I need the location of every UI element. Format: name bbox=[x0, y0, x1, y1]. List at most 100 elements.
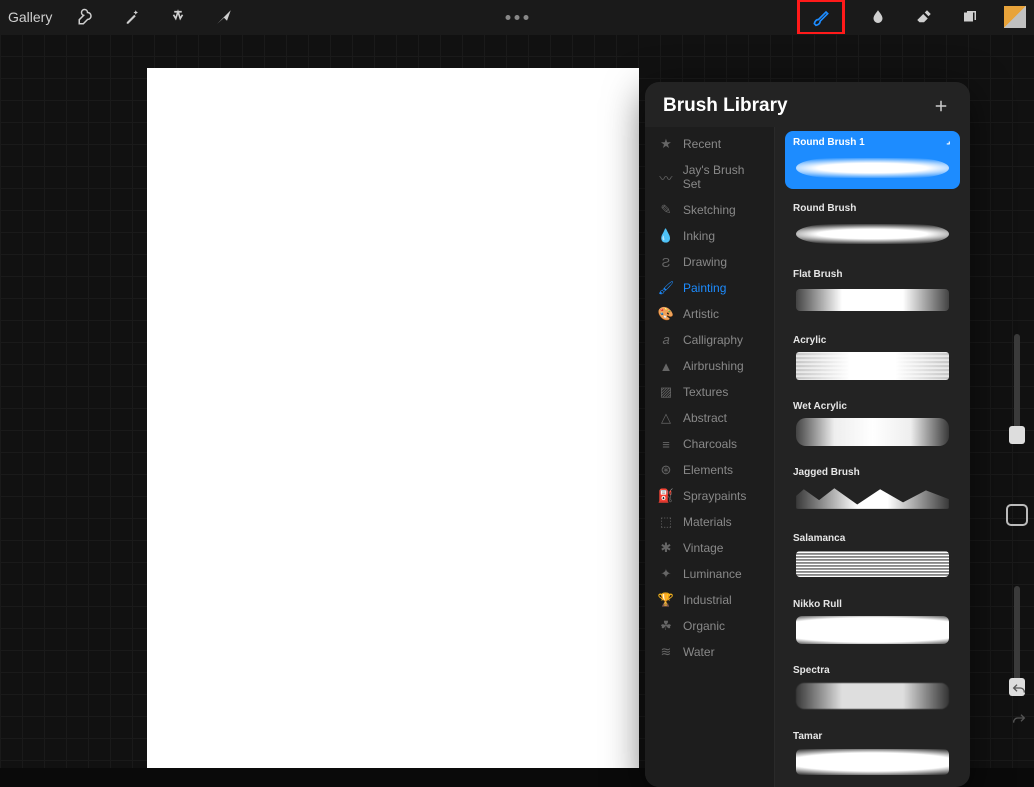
category-label: Painting bbox=[683, 281, 726, 295]
palette-icon: 🎨 bbox=[659, 307, 673, 321]
category-item[interactable]: ≋Water bbox=[645, 639, 774, 665]
redo-icon[interactable] bbox=[1008, 712, 1030, 728]
brush-item[interactable]: Wet Acrylic bbox=[785, 395, 960, 453]
category-item[interactable]: 🖌 Painting bbox=[645, 275, 774, 301]
brush-name-label: Nikko Rull bbox=[793, 599, 952, 610]
slider-thumb[interactable] bbox=[1009, 426, 1025, 444]
brush-preview bbox=[793, 481, 952, 515]
brush-preview bbox=[793, 217, 952, 251]
category-label: Sketching bbox=[683, 203, 736, 217]
category-label: Elements bbox=[683, 463, 733, 477]
category-item[interactable]: 〰 Jay's Brush Set bbox=[645, 157, 774, 197]
brush-list[interactable]: Round Brush 1⌄ Round Brush Flat Brush Acryl… bbox=[775, 127, 970, 787]
atom-icon: ⊛ bbox=[659, 463, 673, 477]
brush-category-list[interactable]: ★ Recent 〰 Jay's Brush Set ✎Sketching💧Inking… bbox=[645, 127, 775, 787]
category-label: Textures bbox=[683, 385, 728, 399]
wrench-icon[interactable] bbox=[74, 5, 98, 29]
category-item[interactable]: 🎨 Artistic bbox=[645, 301, 774, 327]
brush-icon: 🖌 bbox=[659, 281, 673, 295]
sparkle-icon: ✦ bbox=[659, 567, 673, 581]
brush-name-label: Salamanca bbox=[793, 533, 952, 544]
brush-item[interactable]: Acrylic bbox=[785, 329, 960, 387]
category-item[interactable]: ✦Luminance bbox=[645, 561, 774, 587]
selection-icon[interactable] bbox=[166, 5, 190, 29]
category-label: Calligraphy bbox=[683, 333, 743, 347]
scribble-icon: Ƨ bbox=[659, 255, 673, 269]
category-label: Recent bbox=[683, 137, 721, 151]
brush-name-label: Wet Acrylic bbox=[793, 401, 952, 412]
category-label: Drawing bbox=[683, 255, 727, 269]
category-item[interactable]: ✎Sketching bbox=[645, 197, 774, 223]
category-item[interactable]: ⊛ Elements bbox=[645, 457, 774, 483]
brush-size-slider[interactable] bbox=[1014, 334, 1020, 444]
brush-name-label: Tamar bbox=[793, 731, 952, 742]
selected-check-icon: ⌄ bbox=[942, 136, 955, 149]
brush-item[interactable]: Round Brush bbox=[785, 197, 960, 255]
brush-item[interactable]: Flat Brush bbox=[785, 263, 960, 321]
category-item[interactable]: ▨Textures bbox=[645, 379, 774, 405]
category-item[interactable]: ⛽Spraypaints bbox=[645, 483, 774, 509]
cube-icon: ⬚ bbox=[659, 515, 673, 529]
category-item[interactable]: ★ Recent bbox=[645, 131, 774, 157]
transform-arrow-icon[interactable] bbox=[212, 5, 236, 29]
brush-preview bbox=[793, 679, 952, 713]
wand-icon[interactable] bbox=[120, 5, 144, 29]
category-label: Vintage bbox=[683, 541, 723, 555]
spray-icon: ▲ bbox=[659, 359, 673, 373]
trophy-icon: 🏆 bbox=[659, 593, 673, 607]
overflow-menu-icon[interactable] bbox=[506, 15, 529, 20]
category-item[interactable]: ⬚ Materials bbox=[645, 509, 774, 535]
category-item[interactable]: ▲ Airbrushing bbox=[645, 353, 774, 379]
brush-library-body: ★ Recent 〰 Jay's Brush Set ✎Sketching💧Inking… bbox=[645, 127, 970, 787]
modify-button[interactable] bbox=[1006, 504, 1028, 526]
brush-opacity-slider[interactable] bbox=[1014, 586, 1020, 696]
brush-item[interactable]: Spectra bbox=[785, 659, 960, 717]
category-label: Materials bbox=[683, 515, 732, 529]
category-item[interactable]: ≡ Charcoals bbox=[645, 431, 774, 457]
smudge-tool-icon[interactable] bbox=[866, 5, 890, 29]
brush-item[interactable]: Tamar bbox=[785, 725, 960, 783]
category-label: Artistic bbox=[683, 307, 719, 321]
brush-item[interactable]: Nikko Rull bbox=[785, 593, 960, 651]
brush-item[interactable]: Jagged Brush bbox=[785, 461, 960, 519]
drawing-canvas[interactable] bbox=[147, 68, 639, 768]
top-toolbar: Gallery bbox=[0, 0, 1034, 34]
brush-name-label: Acrylic bbox=[793, 335, 952, 346]
brush-name-label: Flat Brush bbox=[793, 269, 952, 280]
brush-item[interactable]: Salamanca bbox=[785, 527, 960, 585]
star-icon: ★ bbox=[659, 137, 673, 151]
brush-item[interactable]: Round Brush 1⌄ bbox=[785, 131, 960, 189]
right-side-controls bbox=[1000, 334, 1034, 696]
color-swatch-button[interactable] bbox=[1004, 6, 1026, 28]
can-icon: ⛽ bbox=[659, 489, 673, 503]
category-label: Charcoals bbox=[683, 437, 737, 451]
canvas-workspace: Brush Library ★Recent〰Jay's Brush Set✎Sk… bbox=[0, 34, 1034, 768]
gallery-button[interactable]: Gallery bbox=[8, 9, 52, 25]
add-brush-button[interactable] bbox=[930, 95, 952, 117]
category-item[interactable]: 💧Inking bbox=[645, 223, 774, 249]
undo-redo-group bbox=[1008, 682, 1030, 728]
category-item[interactable]: Ƨ Drawing bbox=[645, 249, 774, 275]
undo-icon[interactable] bbox=[1008, 682, 1030, 698]
category-label: Industrial bbox=[683, 593, 732, 607]
lines-icon: ≡ bbox=[659, 437, 673, 451]
category-item[interactable]: ✱Vintage bbox=[645, 535, 774, 561]
category-item[interactable]: ☘ Organic bbox=[645, 613, 774, 639]
layers-icon[interactable] bbox=[958, 5, 982, 29]
eraser-tool-icon[interactable] bbox=[912, 5, 936, 29]
brush-name-label: Round Brush bbox=[793, 203, 952, 214]
triangle-icon: △ bbox=[659, 411, 673, 425]
acal-icon: 𝑎 bbox=[659, 333, 673, 347]
category-item[interactable]: △Abstract bbox=[645, 405, 774, 431]
leaf-icon: ☘ bbox=[659, 619, 673, 633]
brush-tool-button[interactable] bbox=[798, 0, 844, 34]
category-label: Jay's Brush Set bbox=[683, 163, 764, 191]
brush-name-label: Round Brush 1⌄ bbox=[793, 137, 952, 148]
category-item[interactable]: 🏆 Industrial bbox=[645, 587, 774, 613]
category-label: Organic bbox=[683, 619, 725, 633]
brush-preview bbox=[793, 415, 952, 449]
waves-icon: ≋ bbox=[659, 645, 673, 659]
category-label: Airbrushing bbox=[683, 359, 744, 373]
category-item[interactable]: 𝑎 Calligraphy bbox=[645, 327, 774, 353]
swoosh-icon: 〰 bbox=[659, 170, 673, 184]
